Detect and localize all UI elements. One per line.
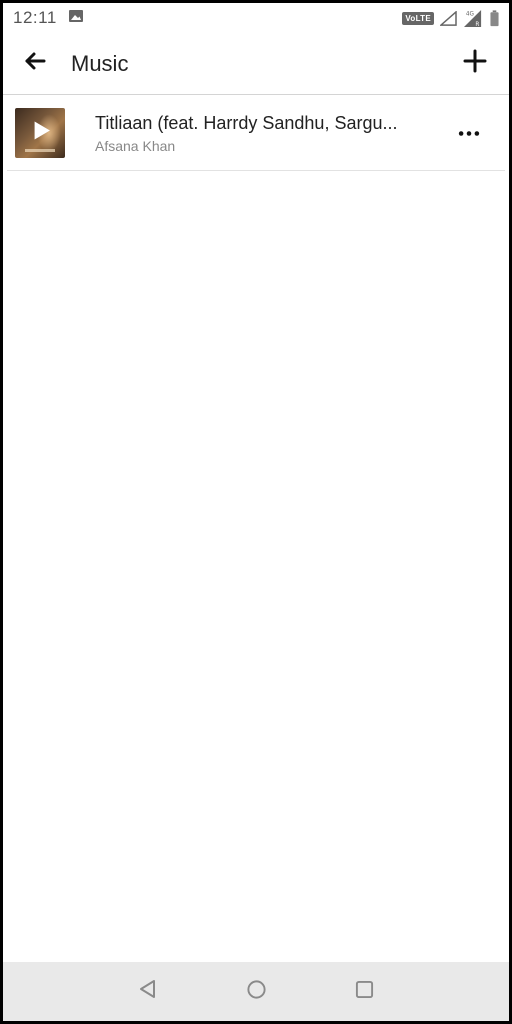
back-triangle-icon: [138, 979, 158, 1004]
svg-text:R: R: [475, 22, 479, 28]
more-horizontal-icon: [458, 124, 480, 142]
data-signal-icon: 4G R: [463, 9, 484, 28]
system-nav-bar: [3, 962, 509, 1021]
svg-text:4G: 4G: [466, 11, 474, 17]
nav-back-button[interactable]: [130, 974, 166, 1010]
app-bar: Music: [3, 33, 509, 95]
play-icon: [33, 121, 51, 146]
back-button[interactable]: [15, 44, 55, 84]
track-more-button[interactable]: [451, 115, 487, 151]
home-circle-icon: [246, 979, 267, 1005]
phone-screen: 12:11 VoLTE 4G R Music Titliaan (feat. H…: [0, 0, 512, 1024]
track-title: Titliaan (feat. Harrdy Sandhu, Sargu...: [95, 112, 398, 133]
track-row[interactable]: Titliaan (feat. Harrdy Sandhu, Sargu... …: [7, 96, 505, 171]
status-time: 12:11: [13, 8, 57, 27]
add-music-button[interactable]: [455, 44, 495, 84]
track-info: Titliaan (feat. Harrdy Sandhu, Sargu... …: [95, 113, 435, 154]
volte-badge: VoLTE: [402, 11, 434, 25]
status-bar: 12:11 VoLTE 4G R: [3, 3, 509, 33]
nav-recents-button[interactable]: [346, 974, 382, 1010]
arrow-left-icon: [23, 49, 47, 78]
plus-icon: [463, 49, 487, 78]
page-title: Music: [71, 50, 129, 76]
track-artist: Afsana Khan: [95, 137, 176, 154]
status-icons: VoLTE 4G R: [402, 9, 499, 28]
recents-square-icon: [355, 980, 374, 1004]
album-art[interactable]: [15, 108, 65, 158]
nav-home-button[interactable]: [238, 974, 274, 1010]
battery-icon: [490, 9, 499, 27]
image-icon: [57, 9, 83, 27]
signal-icon: [440, 10, 457, 26]
track-list: Titliaan (feat. Harrdy Sandhu, Sargu... …: [3, 96, 509, 171]
